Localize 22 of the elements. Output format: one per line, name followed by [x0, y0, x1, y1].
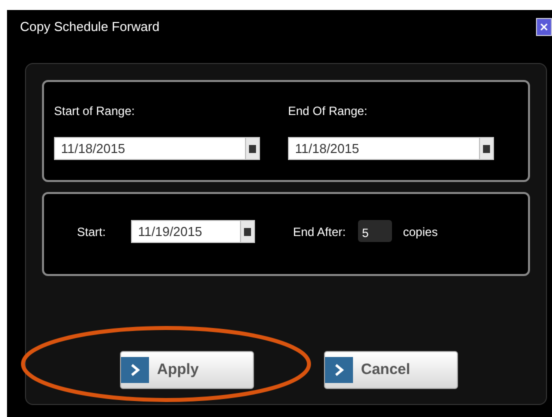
- calendar-icon[interactable]: [479, 138, 493, 159]
- date-field[interactable]: 11/19/2015: [131, 220, 255, 243]
- date-field[interactable]: 11/18/2015: [54, 137, 260, 160]
- dialog-button[interactable]: Apply: [120, 351, 254, 389]
- date-value: 11/18/2015: [60, 140, 126, 158]
- chevron-icon: [121, 357, 149, 383]
- date-value: 11/19/2015: [137, 222, 204, 241]
- field-label: End Of Range:: [288, 103, 368, 120]
- close-button[interactable]: [536, 18, 552, 36]
- date-value: 11/18/2015: [294, 140, 360, 158]
- field-label: Start of Range:: [54, 103, 136, 120]
- field-label: End After:: [293, 224, 347, 241]
- calendar-icon[interactable]: [245, 138, 259, 159]
- date-field[interactable]: 11/18/2015: [288, 137, 494, 160]
- field-label: Start:: [77, 224, 107, 241]
- count-field[interactable]: 5: [358, 220, 392, 242]
- unit-label: copies: [403, 224, 438, 241]
- close-icon: [540, 23, 548, 31]
- dialog-button[interactable]: Cancel: [324, 351, 458, 389]
- window-title: Copy Schedule Forward: [19, 18, 160, 36]
- calendar-icon[interactable]: [240, 221, 254, 242]
- chevron-icon: [325, 357, 353, 383]
